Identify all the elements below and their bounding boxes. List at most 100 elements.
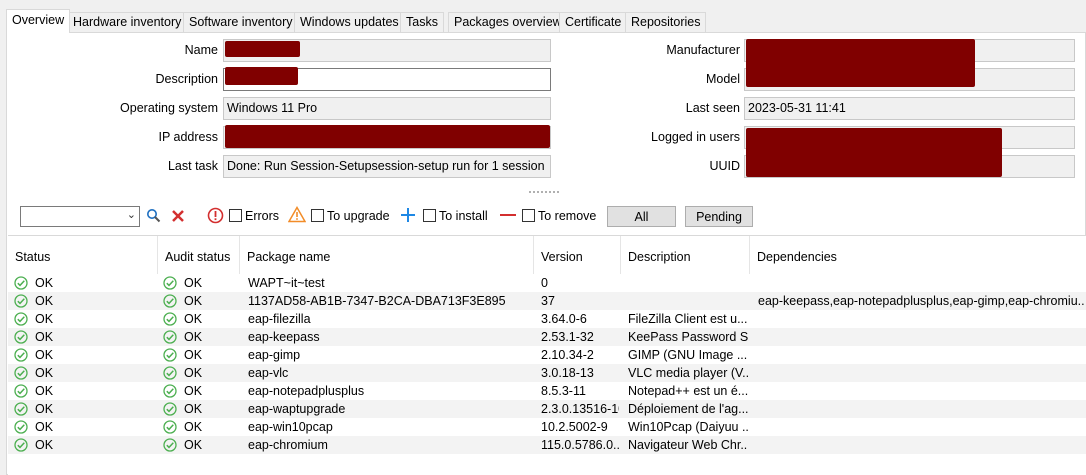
status-cell: OK — [35, 294, 54, 308]
tab-tasks[interactable]: Tasks — [400, 12, 444, 32]
clear-filter-icon[interactable] — [171, 209, 185, 223]
logged-in-users-label: Logged in users — [651, 130, 740, 144]
ok-status-icon — [14, 366, 28, 380]
tab-certificate[interactable]: Certificate — [559, 12, 628, 32]
audit-status-cell: OK — [184, 402, 203, 416]
os-field[interactable]: Windows 11 Pro — [223, 97, 551, 120]
table-row[interactable]: OK OK 1137AD58-AB1B-7347-B2CA-DBA713F3E895… — [8, 292, 1086, 310]
plus-icon — [401, 208, 415, 222]
table-row[interactable]: OK OK WAPT~it~test 0 — [8, 274, 1086, 292]
status-cell: OK — [35, 420, 54, 434]
ok-status-icon — [14, 402, 28, 416]
description-cell: Notepad++ est un é... — [628, 384, 748, 398]
column-header-audit-status[interactable]: Audit status — [158, 236, 240, 274]
audit-status-cell: OK — [184, 420, 203, 434]
package-name-cell: eap-filezilla — [248, 312, 311, 326]
tab-windows-updates[interactable]: Windows updates — [294, 12, 405, 32]
ok-audit-icon — [163, 294, 177, 308]
dependencies-cell: eap-keepass,eap-notepadplusplus,eap-gimp… — [758, 294, 1084, 308]
audit-status-cell: OK — [184, 330, 203, 344]
table-row[interactable]: OK OK eap-gimp 2.10.34-2 GIMP (GNU Image ... — [8, 346, 1086, 364]
table-row[interactable]: OK OK eap-keepass 2.53.1-32 KeePass Password… — [8, 328, 1086, 346]
column-header-dependencies[interactable]: Dependencies — [750, 236, 1086, 274]
filter-combo[interactable]: ⌄ — [20, 206, 140, 227]
pending-button[interactable]: Pending — [685, 206, 753, 227]
to-upgrade-checkbox[interactable] — [311, 209, 324, 222]
to-remove-checkbox[interactable] — [522, 209, 535, 222]
table-row[interactable]: OK OK eap-notepadplusplus 8.5.3-11 Notepad++… — [8, 382, 1086, 400]
ok-audit-icon — [163, 312, 177, 326]
status-cell: OK — [35, 348, 54, 362]
chevron-down-icon: ⌄ — [126, 209, 136, 221]
ok-status-icon — [14, 330, 28, 344]
audit-status-cell: OK — [184, 276, 203, 290]
tab-repositories[interactable]: Repositories — [625, 12, 707, 32]
tab-packages-overview[interactable]: Packages overview — [448, 12, 568, 32]
version-cell: 10.2.5002-9 — [541, 420, 608, 434]
tab-overview[interactable]: Overview — [6, 9, 71, 33]
ok-audit-icon — [163, 276, 177, 290]
ok-status-icon — [14, 384, 28, 398]
redacted-block — [225, 67, 298, 85]
table-row[interactable]: OK OK eap-vlc 3.0.18-13 VLC media player (V.… — [8, 364, 1086, 382]
model-label: Model — [705, 72, 740, 86]
package-name-cell: eap-vlc — [248, 366, 289, 380]
packages-grid: Status Audit status Package name Version… — [8, 235, 1086, 475]
last-seen-field[interactable]: 2023-05-31 11:41 — [744, 97, 1075, 120]
version-cell: 2.53.1-32 — [541, 330, 594, 344]
errors-filter-label: Errors — [245, 209, 280, 223]
package-name-cell: eap-notepadplusplus — [248, 384, 365, 398]
uuid-label: UUID — [709, 159, 740, 173]
table-row[interactable]: OK OK eap-filezilla 3.64.0-6 FileZilla Clien… — [8, 310, 1086, 328]
os-label: Operating system — [120, 101, 218, 115]
status-cell: OK — [35, 276, 54, 290]
to-upgrade-filter-label: To upgrade — [327, 209, 390, 223]
tab-hardware-inventory[interactable]: Hardware inventory — [67, 12, 188, 32]
column-header-version[interactable]: Version — [534, 236, 621, 274]
ok-status-icon — [14, 312, 28, 326]
package-name-cell: WAPT~it~test — [248, 276, 325, 290]
package-name-cell: eap-chromium — [248, 438, 328, 452]
redacted-block — [746, 39, 975, 87]
table-row[interactable]: OK OK eap-win10pcap 10.2.5002-9 Win10Pcap (D… — [8, 418, 1086, 436]
audit-status-cell: OK — [184, 348, 203, 362]
ok-status-icon — [14, 294, 28, 308]
name-label: Name — [184, 43, 218, 57]
redacted-block — [225, 41, 300, 57]
splitter-handle[interactable] — [529, 191, 559, 193]
version-cell: 8.5.3-11 — [541, 384, 586, 398]
version-cell: 0 — [541, 276, 548, 290]
all-button[interactable]: All — [607, 206, 676, 227]
audit-status-cell: OK — [184, 384, 203, 398]
audit-status-cell: OK — [184, 366, 203, 380]
description-cell: FileZilla Client est u... — [628, 312, 748, 326]
ok-audit-icon — [163, 420, 177, 434]
table-row[interactable]: OK OK eap-waptupgrade 2.3.0.13516-10 Déploie… — [8, 400, 1086, 418]
version-cell: 115.0.5786.0... — [541, 438, 619, 452]
status-cell: OK — [35, 330, 54, 344]
description-cell: GIMP (GNU Image ... — [628, 348, 748, 362]
audit-status-cell: OK — [184, 294, 203, 308]
status-cell: OK — [35, 366, 54, 380]
last-task-field[interactable]: Done: Run Session-Setupsession-setup run… — [223, 155, 551, 178]
description-cell: VLC media player (V... — [628, 366, 748, 380]
version-cell: 2.10.34-2 — [541, 348, 594, 362]
package-name-cell: eap-win10pcap — [248, 420, 333, 434]
column-header-package-name[interactable]: Package name — [240, 236, 534, 274]
table-row[interactable]: OK OK eap-chromium 115.0.5786.0... Navigateu… — [8, 436, 1086, 454]
version-cell: 37 — [541, 294, 555, 308]
tab-software-inventory[interactable]: Software inventory — [183, 12, 299, 32]
description-cell: Déploiement de l'ag... — [628, 402, 748, 416]
ok-audit-icon — [163, 330, 177, 344]
column-header-description[interactable]: Description — [621, 236, 750, 274]
tab-bar: Overview Hardware inventory Software inv… — [0, 0, 1086, 33]
ok-status-icon — [14, 420, 28, 434]
version-cell: 2.3.0.13516-10 — [541, 402, 619, 416]
last-seen-label: Last seen — [685, 101, 740, 115]
column-header-status[interactable]: Status — [8, 236, 158, 274]
to-install-checkbox[interactable] — [423, 209, 436, 222]
ok-audit-icon — [163, 438, 177, 452]
status-cell: OK — [35, 384, 54, 398]
errors-checkbox[interactable] — [229, 209, 242, 222]
search-icon[interactable] — [146, 208, 161, 223]
